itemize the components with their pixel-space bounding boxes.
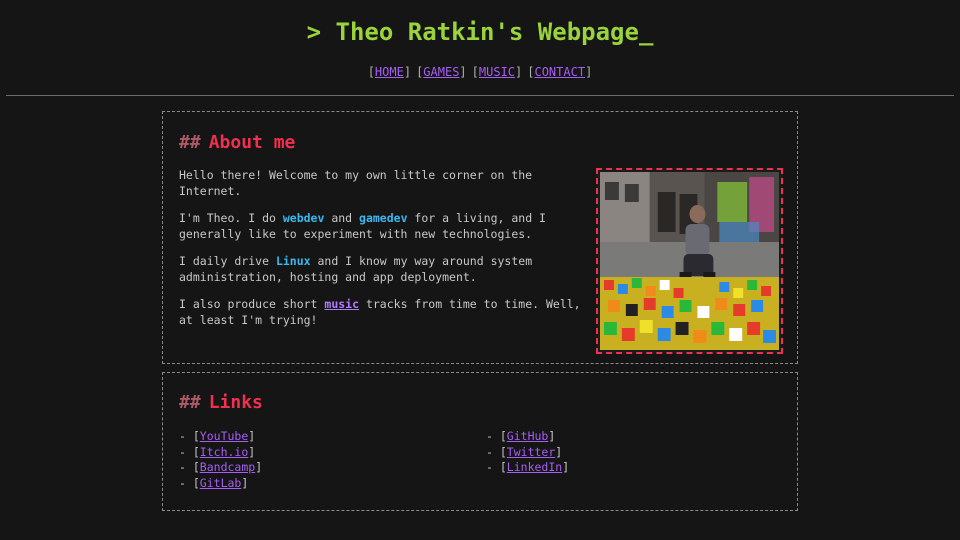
about-paragraph-1: Hello there! Welcome to my own little co… [179,168,533,198]
list-item: - [Bandcamp] [179,460,263,474]
youtube-link[interactable]: YouTube [200,429,248,443]
bandcamp-link[interactable]: Bandcamp [200,460,255,474]
gamedev-highlight: gamedev [359,211,408,225]
linux-highlight: Linux [275,254,311,268]
links-list-left: - [YouTube] - [Itch.io] - [Bandcamp] - [… [179,429,262,491]
gitlab-link[interactable]: GitLab [200,476,242,490]
links-list-right: - [GitHub] - [Twitter] - [LinkedIn] [486,429,569,476]
main-nav: [HOME] [GAMES] [MUSIC] [CONTACT] [367,65,593,79]
links-heading-text: Links [208,392,263,413]
about-paragraph-3: I daily drive Linux and I know my way ar… [179,254,533,284]
nav-music-link[interactable]: MUSIC [479,65,515,79]
nav-contact-link[interactable]: CONTACT [534,65,585,79]
profile-photo [596,168,783,354]
list-item: - [YouTube] [179,429,256,443]
about-section: ## About me Hello there! Welcome to my ow… [162,111,798,364]
header-divider [6,95,954,96]
github-link[interactable]: GitHub [507,429,549,443]
itchio-link[interactable]: Itch.io [200,445,248,459]
about-heading: ## About me [179,132,295,153]
list-item: - [GitLab] [179,475,249,490]
heading-hash: ## [179,392,201,413]
list-item: - [Itch.io] [179,444,256,459]
list-item: - [Twitter] [486,444,563,459]
heading-hash: ## [179,132,201,153]
links-section: ## Links - [YouTube] - [Itch.io] - [Bandc… [162,372,798,511]
linkedin-link[interactable]: LinkedIn [507,460,562,474]
list-item: - [GitHub] [486,429,556,443]
about-text: Hello there! Welcome to my own little co… [179,168,589,340]
music-link[interactable]: music [324,297,359,311]
about-paragraph-4: I also produce short music tracks from t… [179,297,581,327]
twitter-link[interactable]: Twitter [507,445,555,459]
webdev-highlight: webdev [282,211,325,225]
nav-games-link[interactable]: GAMES [423,65,459,79]
nav-home-link[interactable]: HOME [375,65,404,79]
photo-image [600,172,779,350]
list-item: - [LinkedIn] [486,460,570,474]
about-heading-text: About me [208,132,296,153]
about-paragraph-2: I'm Theo. I do webdev and gamedev for a … [179,211,546,241]
links-heading: ## Links [179,392,263,413]
site-title: > Theo Ratkin's Webpage_ [306,18,654,46]
